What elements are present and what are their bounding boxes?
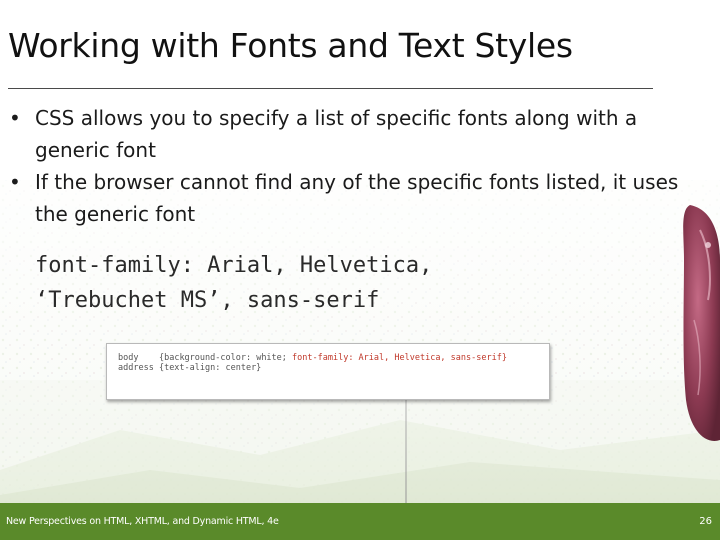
bullet-text: If the browser cannot find any of the sp… (35, 170, 679, 226)
code-line: font-family: Arial, Helvetica, (35, 253, 433, 278)
code-screenshot: body {background-color: white; font-fami… (106, 343, 550, 400)
footer-text: New Perspectives on HTML, XHTML, and Dyn… (6, 516, 279, 527)
bullet-item: • If the browser cannot find any of the … (0, 166, 680, 230)
slide-number: 26 (699, 516, 712, 527)
css-rule-highlight: font-family: Arial, Helvetica, sans-seri… (292, 353, 507, 363)
title-divider (8, 88, 653, 89)
code-screenshot-content: body {background-color: white; font-fami… (118, 353, 507, 373)
bullet-item: • CSS allows you to specify a list of sp… (0, 102, 680, 166)
slide-title: Working with Fonts and Text Styles (8, 26, 573, 65)
bullet-list: • CSS allows you to specify a list of sp… (0, 102, 680, 230)
bullet-icon: • (9, 170, 21, 194)
footer-bar: New Perspectives on HTML, XHTML, and Dyn… (0, 503, 720, 540)
css-rule: {text-align: center} (158, 363, 262, 373)
css-rule: {background-color: white; (158, 353, 287, 363)
css-selector: address (118, 363, 154, 373)
css-selector: body (118, 353, 139, 363)
code-example: font-family: Arial, Helvetica, ‘Trebuche… (35, 248, 432, 318)
bullet-text: CSS allows you to specify a list of spec… (35, 106, 638, 162)
code-line: ‘Trebuchet MS’, sans-serif (35, 288, 380, 313)
bullet-icon: • (9, 106, 21, 130)
